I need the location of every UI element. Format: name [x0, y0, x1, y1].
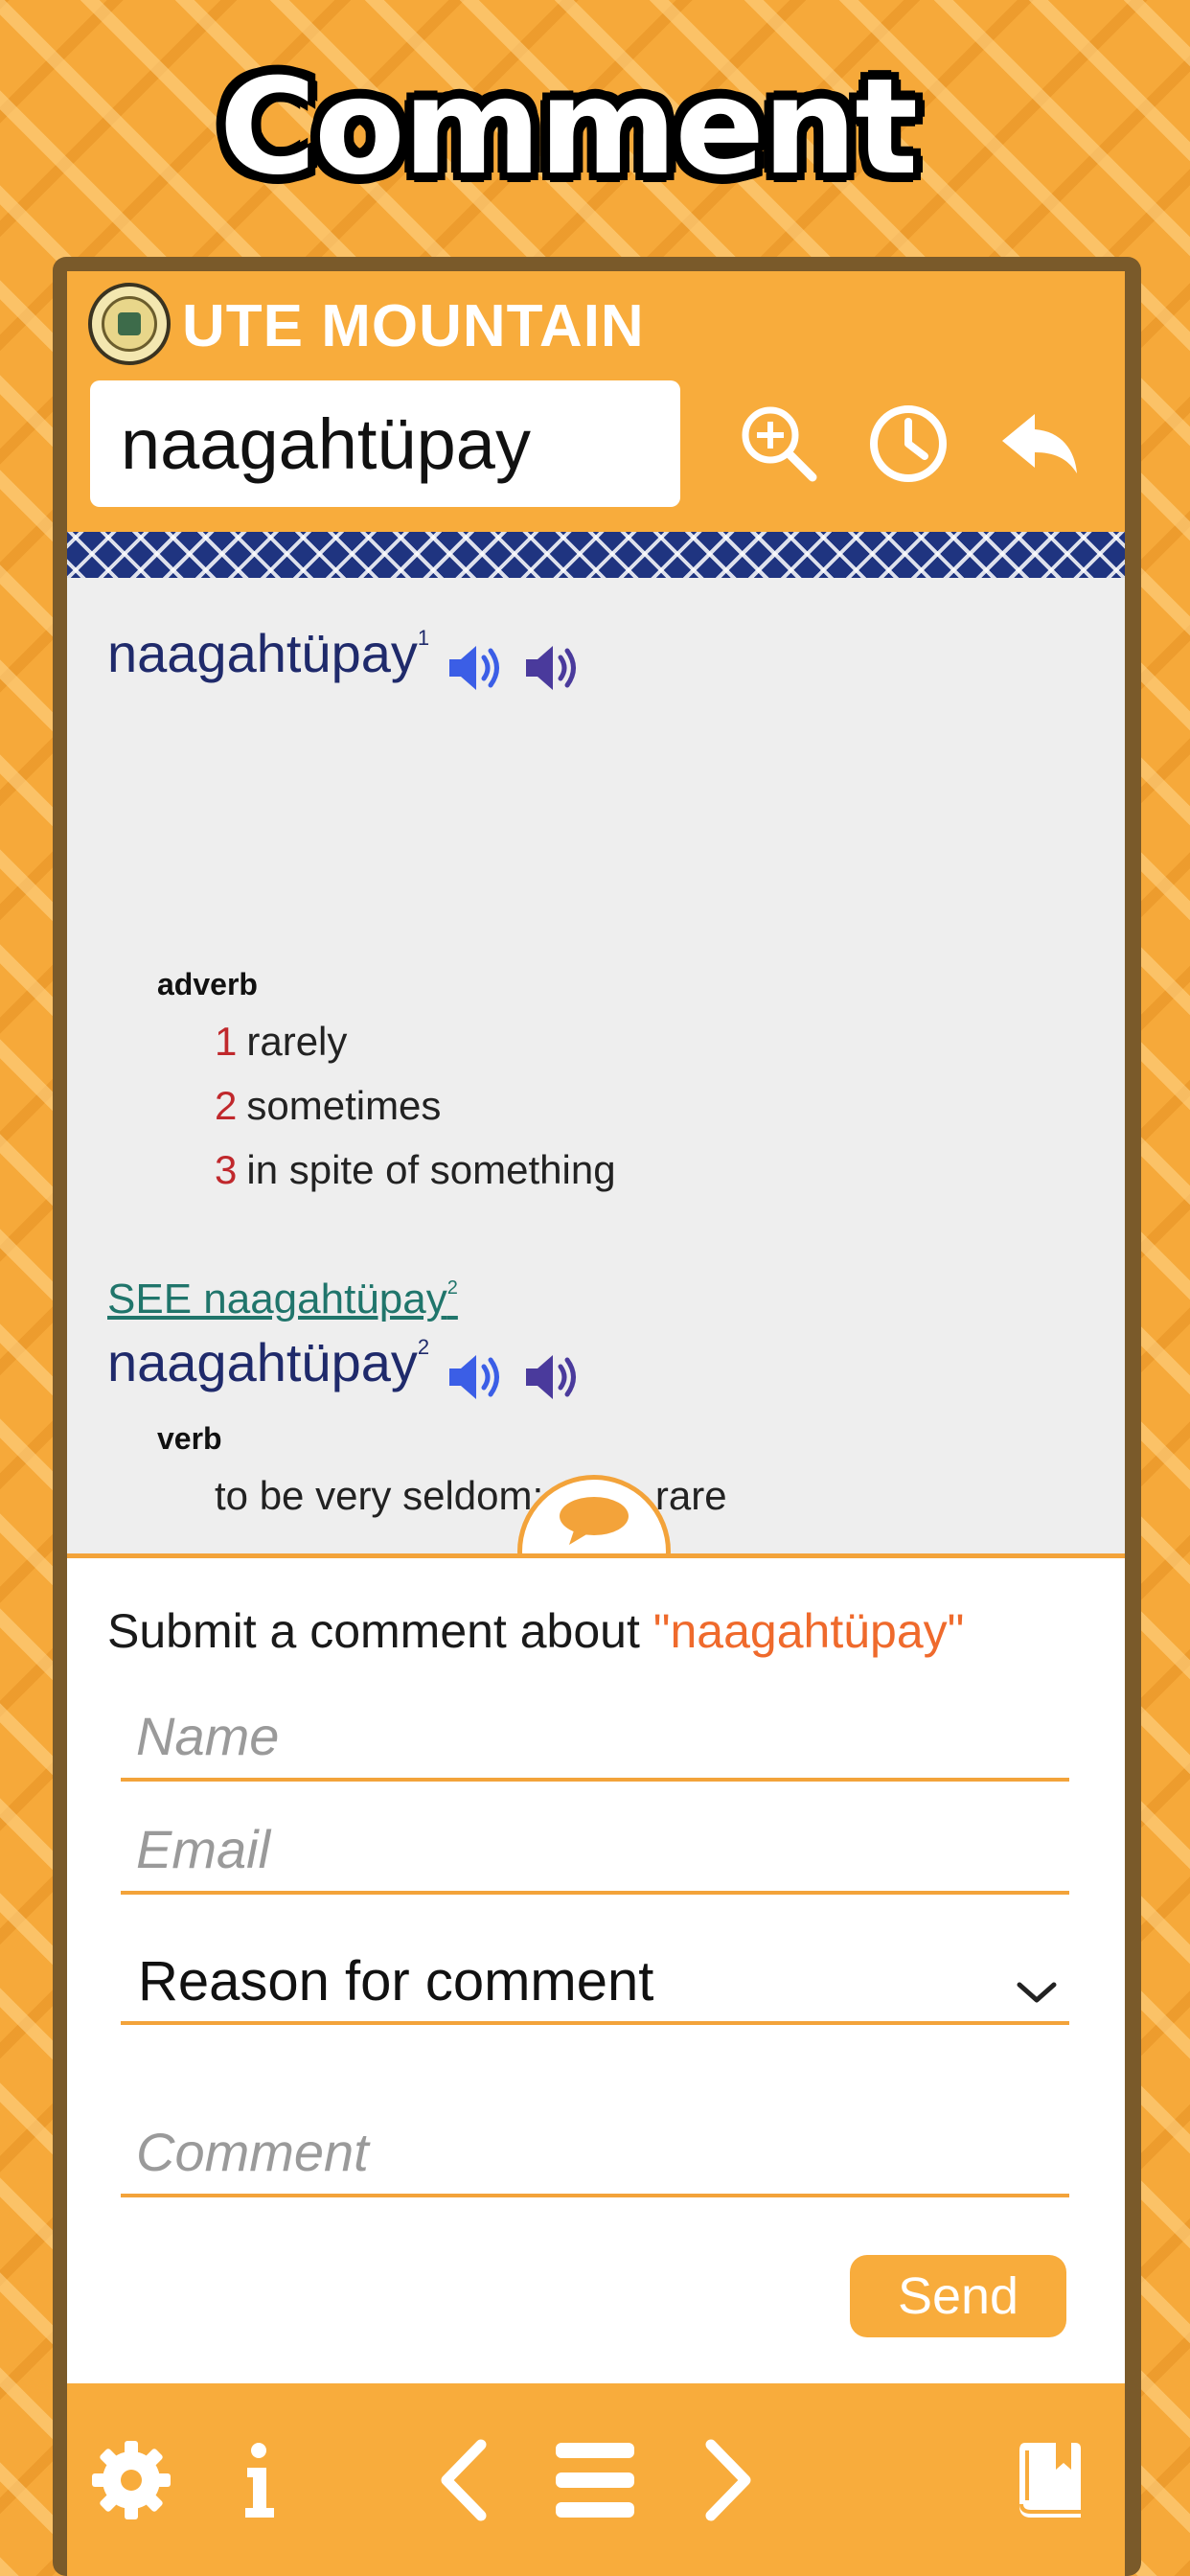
info-icon[interactable] — [218, 2437, 305, 2523]
back-arrow-icon[interactable] — [996, 401, 1083, 487]
comment-field[interactable] — [121, 2111, 1069, 2197]
entry-headword-2: naagahtüpay2 — [107, 1331, 584, 1403]
seal-emblem — [118, 312, 141, 335]
bottom-toolbar — [67, 2383, 1125, 2576]
name-field[interactable] — [121, 1695, 1069, 1782]
promo-title: Comment — [218, 50, 918, 204]
sense-2: 2 sometimes — [215, 1083, 442, 1128]
speaker-icon[interactable] — [446, 1351, 507, 1403]
decorative-pattern-band — [67, 532, 1125, 578]
menu-icon[interactable] — [552, 2437, 638, 2523]
chevron-down-icon — [1017, 1982, 1057, 2003]
history-clock-icon[interactable] — [865, 401, 951, 487]
speaker-alt-icon[interactable] — [522, 642, 584, 694]
email-field[interactable] — [121, 1808, 1069, 1895]
bookmarks-icon[interactable] — [1006, 2437, 1092, 2523]
name-input[interactable] — [121, 1697, 1069, 1774]
email-input[interactable] — [121, 1810, 1069, 1887]
see-also-link[interactable]: SEE naagahtüpay2 — [107, 1276, 458, 1323]
app-header: UTE MOUNTAIN — [67, 271, 1125, 532]
search-input[interactable] — [90, 380, 680, 507]
seal-ring — [102, 296, 157, 352]
reason-selected-value: Reason for comment — [138, 1950, 654, 2012]
speech-bubble-icon — [560, 1497, 629, 1545]
comment-input[interactable] — [121, 2113, 1069, 2190]
entry-headword-1: naagahtüpay1 — [107, 622, 584, 694]
speaker-icon[interactable] — [446, 642, 507, 694]
app-screen: UTE MOUNTAIN naagahtüpay1 — [67, 271, 1125, 2576]
sense-3: 3 in spite of something — [215, 1147, 616, 1192]
headword: naagahtüpay2 — [107, 1332, 430, 1392]
comment-prompt: Submit a comment about "naagahtüpay" — [107, 1604, 965, 1658]
speaker-alt-icon[interactable] — [522, 1351, 584, 1403]
send-button[interactable]: Send — [850, 2255, 1066, 2337]
zoom-in-icon[interactable] — [736, 401, 822, 487]
previous-chevron-icon[interactable] — [423, 2437, 510, 2523]
tribal-seal-logo — [88, 283, 171, 365]
quoted-headword: "naagahtüpay" — [652, 1604, 965, 1658]
reason-select[interactable]: Reason for comment — [121, 1939, 1069, 2025]
sense-1: 1 rarely — [215, 1019, 348, 1064]
homonym-number: 2 — [417, 1335, 430, 1359]
part-of-speech: verb — [157, 1421, 222, 1456]
entry-content: naagahtüpay1 adverb 1 rarely 2 sometimes 3… — [67, 578, 1125, 1569]
homonym-number: 1 — [417, 626, 430, 650]
next-chevron-icon[interactable] — [682, 2437, 768, 2523]
part-of-speech: adverb — [157, 967, 258, 1001]
headword: naagahtüpay1 — [107, 623, 430, 683]
settings-gear-icon[interactable] — [88, 2437, 174, 2523]
search-box[interactable] — [90, 380, 680, 507]
brand-title: UTE MOUNTAIN — [182, 293, 645, 359]
